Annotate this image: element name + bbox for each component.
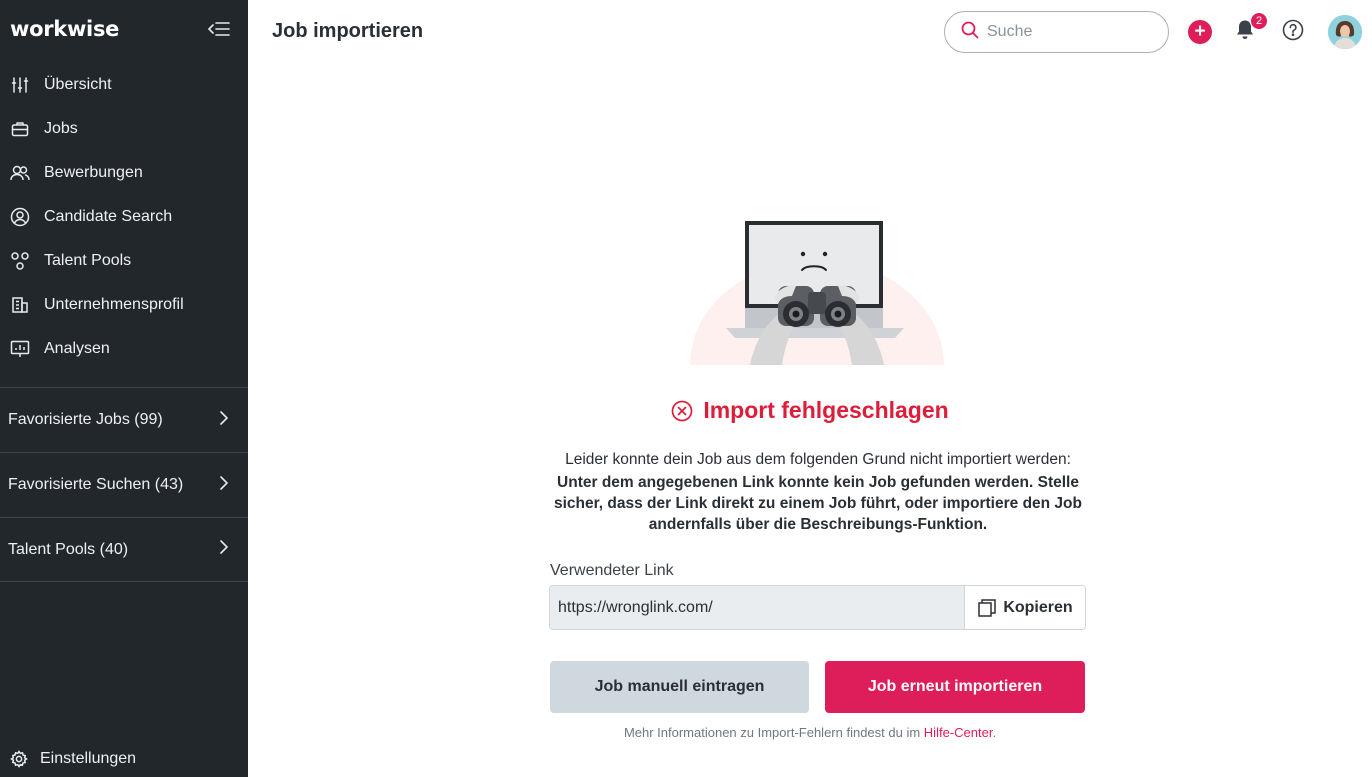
sidebar-item-settings[interactable]: Einstellungen xyxy=(10,747,136,771)
footnote-period: . xyxy=(992,725,997,740)
notification-count-badge: 2 xyxy=(1250,12,1268,30)
sad-laptop-binoculars-illustration xyxy=(690,218,944,365)
sidebar-item-uebersicht[interactable]: Übersicht xyxy=(0,63,248,107)
favorites-list: Favorisierte Jobs (99) Favorisierte Such… xyxy=(0,387,248,582)
building-icon xyxy=(10,295,30,315)
top-header: Job importieren + 2 xyxy=(248,0,1372,66)
import-error-title: Import fehlgeschlagen xyxy=(248,397,1372,424)
search-icon xyxy=(961,21,979,44)
plus-icon: + xyxy=(1194,21,1206,42)
chart-board-icon xyxy=(10,339,30,359)
favorite-jobs-label: Favorisierte Jobs (99) xyxy=(8,411,163,428)
favorite-searches-label: Favorisierte Suchen (43) xyxy=(8,476,184,493)
user-avatar-icon xyxy=(1328,15,1362,49)
workwise-logo[interactable]: workwise xyxy=(10,17,119,41)
collapse-menu-icon[interactable] xyxy=(206,16,232,42)
sidebar-item-label: Talent Pools xyxy=(44,252,132,269)
gear-icon xyxy=(10,750,28,768)
sidebar-item-label: Übersicht xyxy=(44,76,112,93)
sidebar-item-bewerbungen[interactable]: Bewerbungen xyxy=(0,151,248,195)
main-content: Import fehlgeschlagen Leider konnte dein… xyxy=(248,66,1372,777)
sidebar-item-label: Unternehmensprofil xyxy=(44,296,184,313)
sidebar-nav: Übersicht Jobs Bewerbungen Candidate Sea… xyxy=(0,63,248,371)
page-title: Job importieren xyxy=(272,20,424,42)
retry-import-button[interactable]: Job erneut importieren xyxy=(825,661,1085,713)
sidebar-item-analysen[interactable]: Analysen xyxy=(0,327,248,371)
copy-icon xyxy=(977,598,997,618)
people-icon xyxy=(10,163,30,183)
search-input[interactable] xyxy=(987,23,1147,41)
used-link-field: https://wronglink.com/ Kopieren xyxy=(549,585,1086,630)
favorite-talent-pools-item[interactable]: Talent Pools (40) xyxy=(0,517,248,582)
user-circle-icon xyxy=(10,207,30,227)
sidebar-item-label: Jobs xyxy=(44,120,78,137)
chevron-right-icon xyxy=(220,475,229,495)
error-reason-detail: Unter dem angegebenen Link konnte kein J… xyxy=(554,474,1082,533)
sidebar-header: workwise xyxy=(0,0,248,58)
sidebar-item-jobs[interactable]: Jobs xyxy=(0,107,248,151)
favorite-jobs-item[interactable]: Favorisierte Jobs (99) xyxy=(0,387,248,452)
sidebar-item-unternehmensprofil[interactable]: Unternehmensprofil xyxy=(0,283,248,327)
add-button[interactable]: + xyxy=(1188,20,1212,44)
sidebar-item-candidate-search[interactable]: Candidate Search xyxy=(0,195,248,239)
sidebar-item-label: Bewerbungen xyxy=(44,164,143,181)
used-link-label: Verwendeter Link xyxy=(550,562,674,579)
help-button[interactable] xyxy=(1280,19,1306,45)
search-box[interactable] xyxy=(944,11,1169,53)
pool-icon xyxy=(10,251,30,271)
help-circle-icon xyxy=(1282,19,1304,46)
copy-button-label: Kopieren xyxy=(1003,598,1073,616)
notifications-button[interactable]: 2 xyxy=(1232,12,1268,45)
sidebar-item-label: Analysen xyxy=(44,340,110,357)
footnote-text: Mehr Informationen zu Import-Fehlern fin… xyxy=(623,725,924,740)
error-reason-intro: Leider konnte dein Job aus dem folgenden… xyxy=(565,451,1071,468)
sidebar-item-label: Candidate Search xyxy=(44,208,173,225)
briefcase-icon xyxy=(10,119,30,139)
copy-link-button[interactable]: Kopieren xyxy=(965,586,1085,629)
manual-entry-button[interactable]: Job manuell eintragen xyxy=(550,661,809,713)
chevron-right-icon xyxy=(220,410,229,430)
sliders-icon xyxy=(10,75,30,95)
error-title-text: Import fehlgeschlagen xyxy=(703,397,949,423)
sidebar: workwise Übersicht Jobs Bewerbungen Cand… xyxy=(0,0,248,777)
chevron-right-icon xyxy=(220,540,229,559)
settings-label: Einstellungen xyxy=(40,750,137,767)
favorite-talent-pools-label: Talent Pools (40) xyxy=(8,540,129,558)
error-circle-x-icon xyxy=(671,400,693,422)
sidebar-item-talent-pools[interactable]: Talent Pools xyxy=(0,239,248,283)
used-link-value[interactable]: https://wronglink.com/ xyxy=(550,586,965,629)
favorite-searches-item[interactable]: Favorisierte Suchen (43) xyxy=(0,452,248,517)
help-footnote: Mehr Informationen zu Import-Fehlern fin… xyxy=(248,725,1372,740)
help-center-link[interactable]: Hilfe-Center xyxy=(924,725,993,740)
avatar[interactable] xyxy=(1328,15,1362,49)
